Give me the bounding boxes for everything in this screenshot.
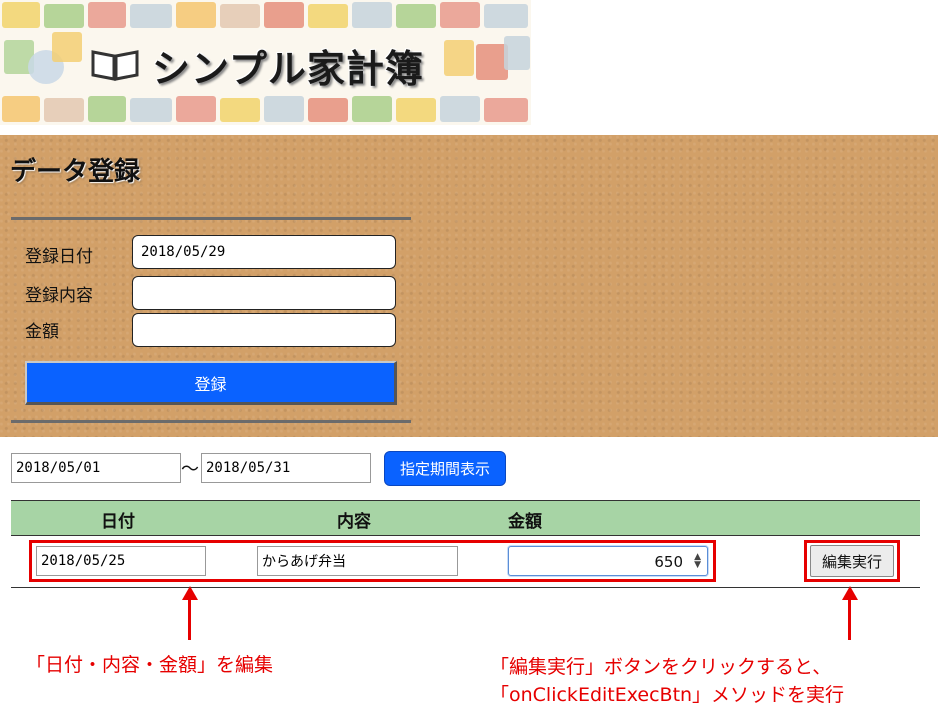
divider: [11, 420, 411, 423]
column-header-date: 日付: [101, 512, 135, 532]
date-label: 登録日付: [25, 247, 93, 267]
table-header: 日付 内容 金額: [11, 500, 920, 536]
period-separator: 〜: [181, 459, 199, 480]
annotation-click-line2: 「onClickEditExecBtn」メソッドを実行: [490, 684, 845, 706]
arrow-shaft: [188, 598, 191, 640]
annotation-click-line1: 「編集実行」ボタンをクリックすると、: [490, 656, 832, 678]
amount-label: 金額: [25, 322, 59, 342]
table-bottom-border: [11, 587, 920, 588]
edit-fields-highlight: [29, 540, 716, 582]
show-period-button[interactable]: 指定期間表示: [384, 451, 506, 486]
column-header-amount: 金額: [508, 512, 542, 532]
registration-content-input[interactable]: [132, 276, 396, 310]
book-icon: [91, 50, 139, 81]
app-title: シンプル家計簿: [152, 47, 424, 91]
period-to-input[interactable]: [201, 453, 371, 483]
arrow-shaft: [848, 598, 851, 640]
register-button[interactable]: 登録: [25, 361, 397, 405]
registration-date-input[interactable]: [132, 235, 396, 269]
annotation-edit-fields: 「日付・内容・金額」を編集: [26, 654, 274, 676]
registration-heading: データ登録: [10, 157, 141, 187]
content-label: 登録内容: [25, 286, 93, 306]
registration-amount-input[interactable]: [132, 313, 396, 347]
app-banner: シンプル家計簿: [0, 0, 531, 125]
period-from-input[interactable]: [11, 453, 181, 483]
registration-panel: データ登録 登録日付 登録内容 金額 登録: [0, 135, 938, 437]
divider: [11, 217, 411, 220]
column-header-content: 内容: [337, 512, 371, 532]
edit-button-highlight: [804, 540, 900, 582]
